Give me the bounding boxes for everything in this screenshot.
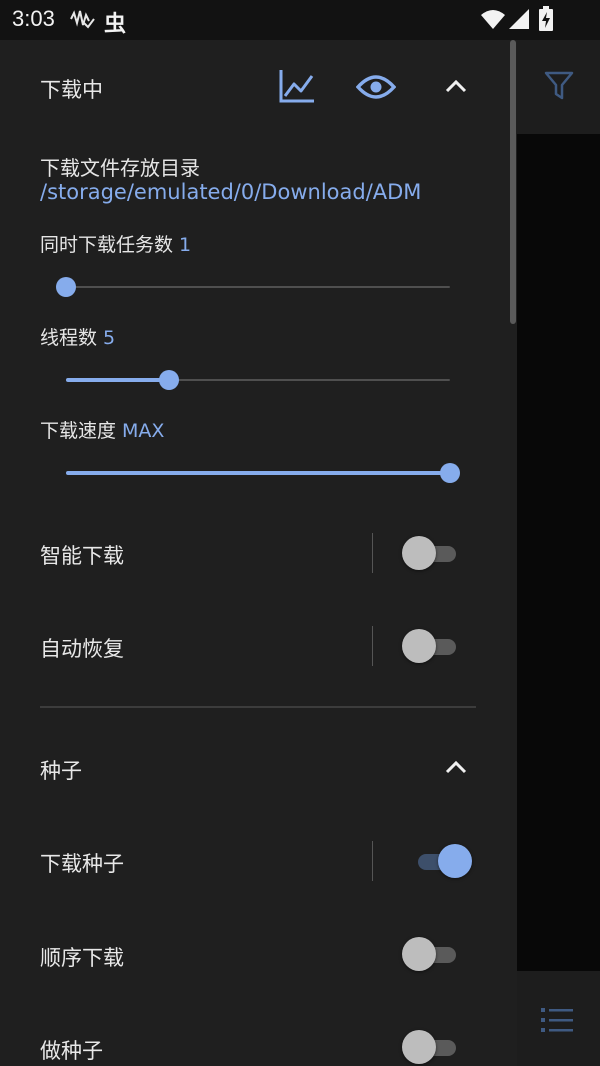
download-torrent-toggle[interactable] (414, 844, 472, 878)
concurrent-tasks-slider[interactable] (56, 276, 450, 298)
threads-label: 线程数 5 (40, 327, 116, 349)
eye-icon[interactable] (355, 72, 397, 106)
scrollbar[interactable] (510, 40, 516, 324)
speed-label: 下载速度 MAX (40, 420, 165, 442)
status-time: 3:03 (12, 6, 55, 31)
collapse-chevron-up-icon[interactable] (444, 78, 468, 98)
threads-value: 5 (103, 327, 116, 349)
slider-thumb[interactable] (56, 277, 76, 297)
threads-slider[interactable] (66, 369, 450, 391)
seeding-toggle[interactable] (402, 1030, 460, 1064)
auto-resume-toggle[interactable] (402, 629, 460, 663)
slider-thumb[interactable] (440, 463, 460, 483)
status-bar: 3:03 虫 (0, 0, 600, 40)
slider-thumb[interactable] (159, 370, 179, 390)
torrent-section-title: 种子 (40, 759, 82, 783)
divider-vertical (372, 841, 373, 881)
auto-resume-label: 自动恢复 (40, 637, 124, 661)
slider-fill (66, 471, 450, 475)
battery-charging-icon (538, 6, 554, 36)
concurrent-tasks-label: 同时下载任务数 1 (40, 234, 192, 256)
list-icon[interactable] (541, 1006, 575, 1038)
download-dir-path[interactable]: /storage/emulated/0/Download/ADM (40, 180, 421, 204)
slider-track (66, 286, 450, 288)
smart-download-toggle[interactable] (402, 536, 460, 570)
speed-value: MAX (122, 420, 165, 442)
bug-notification-icon: 虫 (104, 12, 127, 37)
download-torrent-label: 下载种子 (40, 852, 124, 876)
download-settings-panel: 下载中 下载文件存放目录 /storage/emulated/0/Downloa… (0, 40, 517, 1066)
seeding-label: 做种子 (40, 1039, 103, 1063)
signal-icon (508, 8, 530, 34)
download-dir-label: 下载文件存放目录 (40, 156, 200, 180)
concurrent-tasks-value: 1 (179, 234, 192, 256)
section-divider (40, 706, 476, 708)
sequential-download-label: 顺序下载 (40, 946, 124, 970)
slider-fill (66, 378, 169, 382)
divider-vertical (372, 533, 373, 573)
torrent-chevron-up-icon[interactable] (444, 759, 468, 779)
sequential-download-toggle[interactable] (402, 937, 460, 971)
speed-slider[interactable] (66, 462, 460, 484)
divider-vertical (372, 626, 373, 666)
chart-icon[interactable] (278, 68, 316, 108)
panel-title: 下载中 (40, 78, 103, 102)
background-content (517, 134, 600, 971)
filter-icon[interactable] (544, 70, 574, 106)
smart-download-label: 智能下载 (40, 544, 124, 568)
wifi-icon (480, 8, 506, 34)
activity-notification-icon (70, 9, 96, 35)
